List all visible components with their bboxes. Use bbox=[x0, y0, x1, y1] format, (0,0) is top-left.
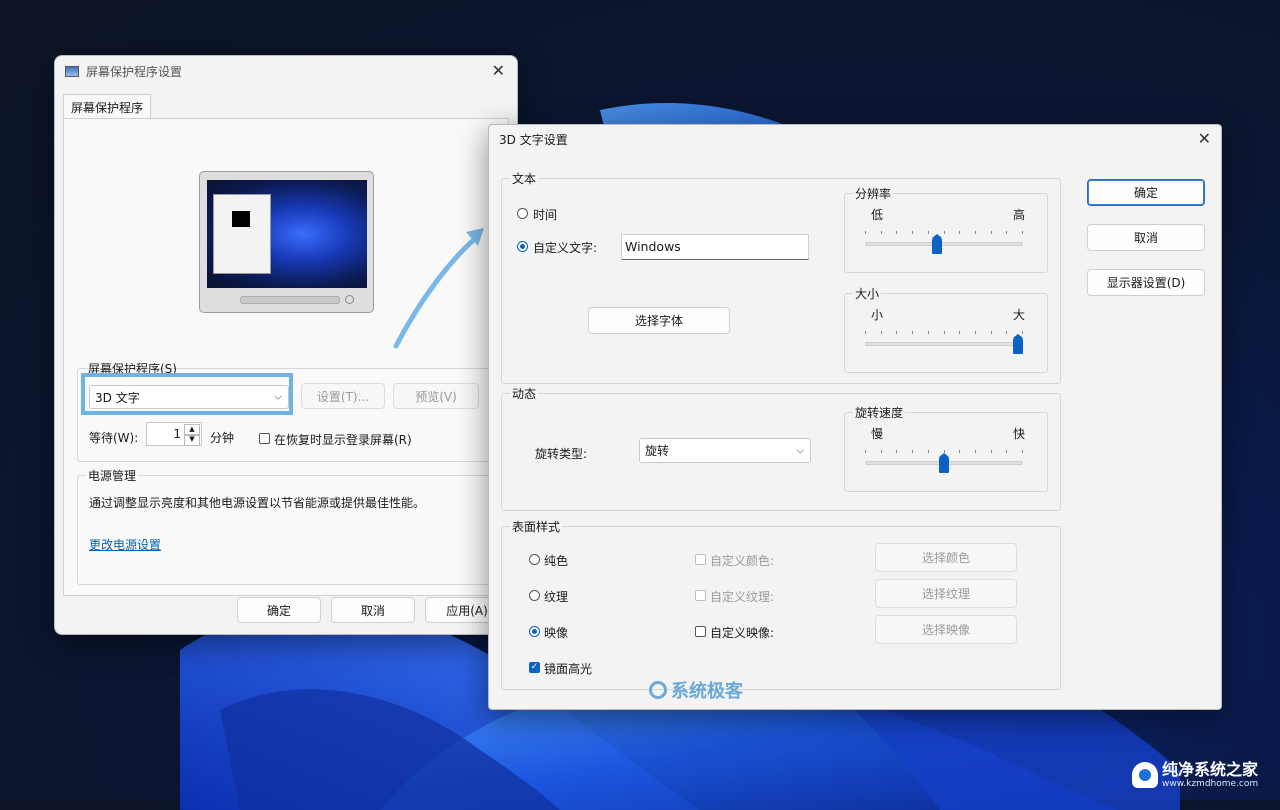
texture-radio-label: 纹理 bbox=[544, 590, 569, 604]
dynamic-group-label: 动态 bbox=[510, 385, 539, 402]
titlebar: 屏幕保护程序设置 bbox=[55, 56, 517, 86]
preview-screen bbox=[207, 180, 367, 288]
resolution-slider-track[interactable] bbox=[865, 242, 1023, 246]
chevron-down-icon: ⌵ bbox=[274, 391, 282, 403]
preview-mini-dialog bbox=[213, 194, 271, 274]
preview-button[interactable]: 预览(V) bbox=[393, 383, 479, 409]
watermark-corner-url: www.kzmdhome.com bbox=[1162, 778, 1259, 789]
resume-checkbox[interactable] bbox=[259, 433, 270, 444]
pointer-arrow bbox=[393, 228, 484, 349]
rotation-type-label: 旋转类型: bbox=[535, 447, 588, 461]
size-slider-thumb[interactable] bbox=[1013, 334, 1023, 354]
surface-style-group-label: 表面样式 bbox=[510, 518, 563, 535]
ok-button[interactable]: 确定 bbox=[1087, 179, 1205, 206]
watermark-center: 系统极客 bbox=[649, 677, 743, 703]
wait-spinner[interactable]: 1 ▲ ▼ bbox=[146, 422, 202, 446]
speed-slider-thumb[interactable] bbox=[939, 453, 949, 473]
time-radio[interactable] bbox=[517, 208, 528, 219]
ok-button[interactable]: 确定 bbox=[237, 597, 321, 623]
custom-texture-checkbox[interactable] bbox=[695, 590, 706, 601]
reflection-radio-label: 映像 bbox=[544, 626, 569, 640]
power-group-label: 电源管理 bbox=[86, 467, 139, 484]
speed-slow-label: 慢 bbox=[871, 427, 884, 441]
close-icon[interactable]: ✕ bbox=[1198, 131, 1211, 147]
watermark-corner-title: 纯净系统之家 bbox=[1162, 759, 1259, 779]
rotation-type-select[interactable]: 旋转 ⌵ bbox=[639, 438, 811, 463]
custom-text-radio-label: 自定义文字: bbox=[533, 241, 598, 255]
power-settings-link[interactable]: 更改电源设置 bbox=[89, 536, 161, 553]
rotation-speed-label: 旋转速度 bbox=[853, 404, 906, 421]
display-settings-button[interactable]: 显示器设置(D) bbox=[1087, 269, 1205, 296]
speed-fast-label: 快 bbox=[1013, 427, 1026, 441]
custom-texture-label: 自定义纹理: bbox=[710, 590, 775, 604]
resolution-slider-thumb[interactable] bbox=[931, 234, 942, 254]
window-title: 屏幕保护程序设置 bbox=[86, 64, 183, 79]
solid-radio[interactable] bbox=[529, 554, 540, 565]
texture-radio[interactable] bbox=[529, 590, 540, 601]
custom-text-radio[interactable] bbox=[517, 241, 528, 252]
specular-label: 镜面高光 bbox=[544, 662, 593, 676]
resolution-high-label: 高 bbox=[1013, 208, 1026, 222]
monitor-icon bbox=[65, 65, 79, 77]
resume-checkbox-label: 在恢复时显示登录屏幕(R) bbox=[274, 433, 412, 447]
size-slider-track[interactable] bbox=[865, 342, 1023, 346]
choose-font-button[interactable]: 选择字体 bbox=[588, 307, 730, 334]
3d-text-settings-window: 3D 文字设置 ✕ 文本 时间 自定义文字: Windows 选择字体 分辨率 … bbox=[488, 124, 1222, 710]
spin-down-icon[interactable]: ▼ bbox=[184, 434, 200, 446]
size-small-label: 小 bbox=[871, 308, 884, 322]
watermark-logo-icon bbox=[649, 681, 667, 699]
window-title: 3D 文字设置 bbox=[499, 132, 568, 147]
choose-color-button[interactable]: 选择颜色 bbox=[875, 543, 1017, 572]
power-group: 电源管理 bbox=[77, 467, 497, 585]
wait-label: 等待(W): bbox=[89, 431, 139, 445]
power-led-icon bbox=[345, 295, 354, 304]
tab-screensaver[interactable]: 屏幕保护程序 bbox=[63, 94, 151, 119]
size-large-label: 大 bbox=[1013, 308, 1026, 322]
cancel-button[interactable]: 取消 bbox=[331, 597, 415, 623]
custom-reflection-label: 自定义映像: bbox=[710, 626, 775, 640]
custom-color-label: 自定义颜色: bbox=[710, 554, 775, 568]
watermark-corner: 纯净系统之家 www.kzmdhome.com bbox=[1132, 752, 1278, 798]
house-logo-icon bbox=[1132, 762, 1158, 788]
settings-button[interactable]: 设置(T)... bbox=[301, 383, 385, 409]
chevron-down-icon: ⌵ bbox=[796, 445, 804, 456]
solid-radio-label: 纯色 bbox=[544, 554, 569, 568]
monitor-base bbox=[240, 296, 340, 304]
specular-checkbox[interactable]: ✓ bbox=[529, 662, 540, 673]
size-label: 大小 bbox=[853, 285, 882, 302]
cancel-button[interactable]: 取消 bbox=[1087, 224, 1205, 251]
screensaver-select[interactable]: 3D 文字 ⌵ bbox=[89, 385, 289, 409]
power-description: 通过调整显示亮度和其他电源设置以节省能源或提供最佳性能。 bbox=[89, 496, 426, 510]
time-radio-label: 时间 bbox=[533, 208, 558, 222]
titlebar: 3D 文字设置 bbox=[489, 125, 1221, 153]
wait-value: 1 bbox=[173, 427, 181, 441]
resolution-low-label: 低 bbox=[871, 208, 884, 222]
custom-color-checkbox[interactable] bbox=[695, 554, 706, 565]
reflection-radio[interactable] bbox=[529, 626, 540, 637]
text-group-label: 文本 bbox=[510, 170, 539, 187]
choose-reflection-button[interactable]: 选择映像 bbox=[875, 615, 1017, 644]
monitor-preview bbox=[199, 171, 374, 313]
close-icon[interactable]: ✕ bbox=[492, 63, 505, 79]
resolution-label: 分辨率 bbox=[853, 185, 894, 202]
minutes-label: 分钟 bbox=[210, 431, 235, 445]
custom-text-input[interactable]: Windows bbox=[621, 234, 809, 260]
choose-texture-button[interactable]: 选择纹理 bbox=[875, 579, 1017, 608]
custom-reflection-checkbox[interactable] bbox=[695, 626, 706, 637]
